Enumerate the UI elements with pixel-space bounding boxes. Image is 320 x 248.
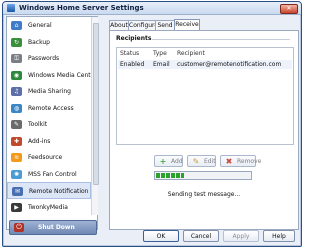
send-progress-bar — [154, 171, 252, 180]
dialog-footer: OK Cancel Apply Help — [3, 230, 301, 246]
sidebar-item-mss-fan-control[interactable]: ✺ MSS Fan Control — [7, 166, 91, 183]
group-divider — [152, 39, 290, 40]
globe-icon: ◍ — [11, 103, 22, 113]
ok-button[interactable]: OK — [143, 230, 179, 242]
sidebar-scroll-thumb[interactable] — [93, 23, 99, 185]
sidebar-item-label: Windows Media Center — [28, 71, 91, 79]
sidebar-item-label: Remote Notification — [29, 188, 89, 195]
add-button-label: Add — [171, 158, 183, 165]
sidebar-list: ⌂ General ↻ Backup ⚿ Passwords ◉ Windows… — [7, 17, 91, 215]
close-button[interactable]: ✕ — [280, 4, 298, 14]
twonky-icon: ▶ — [11, 202, 22, 212]
house-icon: ⌂ — [11, 21, 22, 30]
add-button[interactable]: + Add — [154, 155, 183, 167]
remove-icon: ✖ — [225, 157, 233, 166]
status-text: Sending test message... — [167, 191, 241, 198]
settings-window: Windows Home Server Settings ✕ ⌂ General… — [2, 1, 302, 247]
progress-fill — [156, 173, 184, 178]
sidebar-item-label: Toolkit — [28, 121, 48, 128]
sidebar-item-label: Feedsource — [28, 154, 63, 161]
sidebar-item-label: Remote Access — [28, 104, 74, 112]
sidebar-item-label: MSS Fan Control — [28, 170, 77, 178]
sidebar-item-general[interactable]: ⌂ General — [7, 17, 91, 34]
row-status: Enabled — [120, 61, 145, 68]
sidebar-item-remote-access[interactable]: ◍ Remote Access — [7, 100, 91, 117]
column-header-status[interactable]: Status — [120, 50, 139, 58]
row-recipient: customer@remotenotification.com — [177, 61, 282, 68]
apply-button[interactable]: Apply — [223, 230, 259, 242]
sidebar-item-toolkit[interactable]: ✎ Toolkit — [7, 116, 91, 133]
remove-button[interactable]: ✖ Remove — [220, 155, 261, 167]
table-row[interactable]: Enabled Email customer@remotenotificatio… — [118, 60, 292, 69]
sidebar-item-twonkymedia[interactable]: ▶ TwonkyMedia — [7, 199, 91, 216]
sidebar-item-backup[interactable]: ↻ Backup — [7, 34, 91, 51]
add-icon: + — [159, 157, 167, 166]
edit-icon: ✎ — [192, 157, 200, 166]
toolkit-icon: ✎ — [11, 120, 22, 129]
sidebar: ⌂ General ↻ Backup ⚿ Passwords ◉ Windows… — [6, 16, 99, 235]
feed-icon: ≋ — [11, 153, 22, 162]
sidebar-item-windows-media-center[interactable]: ◉ Windows Media Center — [7, 67, 91, 84]
fan-icon: ✺ — [11, 169, 22, 179]
sidebar-item-label: TwonkyMedia — [28, 203, 68, 211]
sidebar-item-remote-notification[interactable]: ✉ Remote Notification — [7, 182, 91, 199]
media-sharing-icon: ♫ — [11, 87, 22, 96]
row-type: Email — [153, 61, 170, 68]
sidebar-item-add-ins[interactable]: ✚ Add-ins — [7, 133, 91, 150]
column-header-recipient[interactable]: Recipient — [177, 50, 205, 58]
window-title: Windows Home Server Settings — [19, 4, 144, 12]
remove-button-label: Remove — [237, 158, 262, 165]
column-header-type[interactable]: Type — [153, 50, 167, 58]
sidebar-item-media-sharing[interactable]: ♫ Media Sharing — [7, 83, 91, 100]
tab-panel: Recipients Status Type Recipient Enabled… — [109, 30, 299, 230]
sidebar-item-label: Media Sharing — [28, 88, 71, 95]
sidebar-item-label: Add-ins — [28, 137, 51, 145]
sidebar-item-passwords[interactable]: ⚿ Passwords — [7, 50, 91, 67]
sidebar-item-label: Passwords — [28, 55, 60, 62]
edit-button-label: Edit — [204, 158, 216, 165]
backup-icon: ↻ — [11, 37, 22, 47]
help-button[interactable]: Help — [263, 230, 295, 242]
sidebar-item-feedsource[interactable]: ≋ Feedsource — [7, 149, 91, 166]
media-center-icon: ◉ — [11, 70, 22, 80]
sidebar-item-label: General — [28, 22, 52, 29]
key-icon: ⚿ — [11, 54, 22, 63]
title-bar: Windows Home Server Settings ✕ — [3, 2, 301, 15]
notification-icon: ✉ — [12, 187, 23, 196]
recipients-group: Recipients Status Type Recipient Enabled… — [116, 35, 294, 167]
sidebar-item-label: Backup — [28, 38, 50, 46]
recipients-title: Recipients — [116, 35, 152, 42]
sidebar-scrollbar[interactable] — [91, 17, 99, 215]
add-ins-icon: ✚ — [11, 136, 22, 146]
recipients-table[interactable]: Status Type Recipient Enabled Email cust… — [116, 47, 294, 145]
edit-button[interactable]: ✎ Edit — [187, 155, 216, 167]
home-server-icon — [7, 4, 15, 12]
cancel-button[interactable]: Cancel — [183, 230, 219, 242]
